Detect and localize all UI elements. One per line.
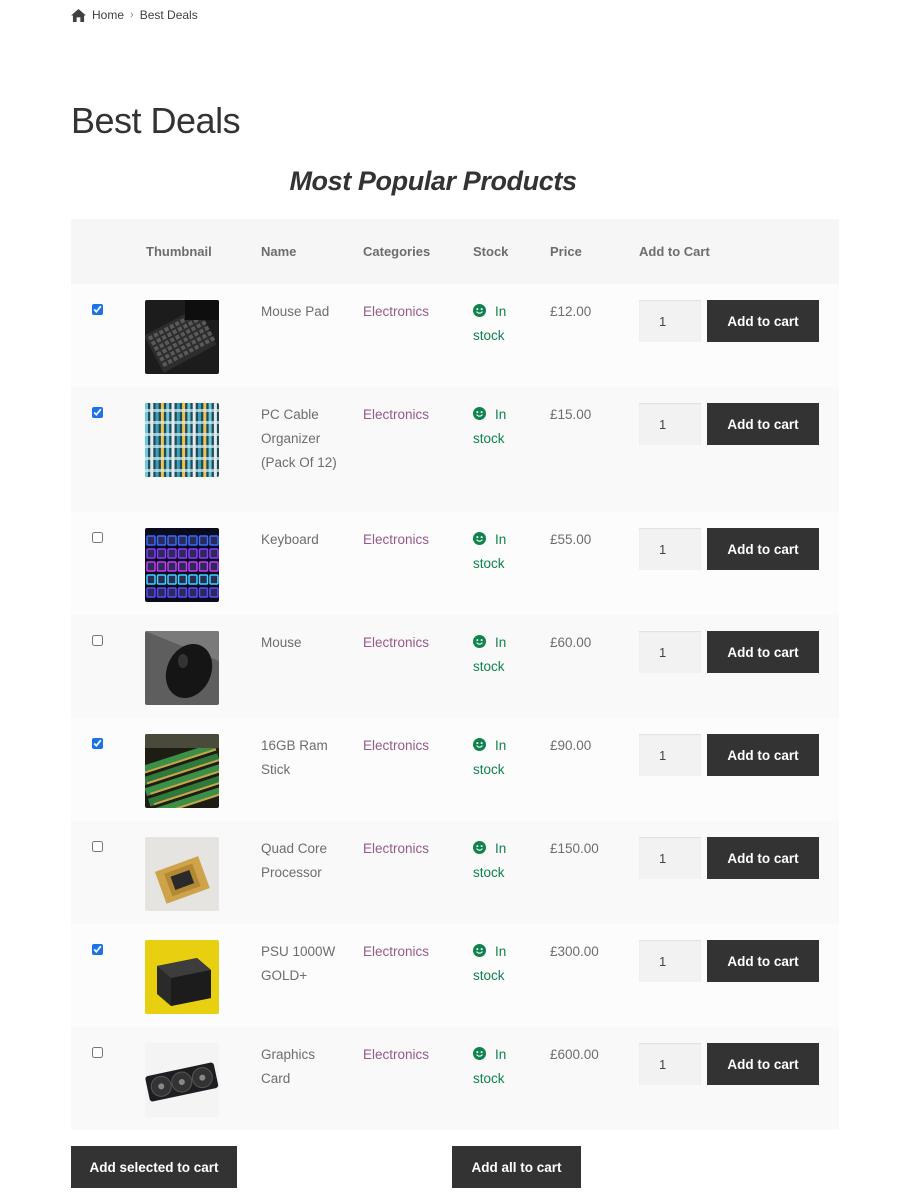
product-price: £150.00 [550, 841, 599, 856]
table-row: PSU 1000W GOLD+ Electronics In stock £300.0… [71, 924, 839, 1027]
header-thumbnail: Thumbnail [146, 244, 212, 259]
product-category-link[interactable]: Electronics [363, 403, 429, 427]
quantity-input[interactable] [639, 528, 701, 570]
product-category-link[interactable]: Electronics [363, 631, 429, 655]
stock-status: In stock [473, 300, 533, 348]
row-select-checkbox[interactable] [92, 407, 103, 418]
quantity-input[interactable] [639, 940, 701, 982]
quantity-input[interactable] [639, 631, 701, 673]
row-select-checkbox[interactable] [92, 738, 103, 749]
product-name: 16GB Ram Stick [261, 738, 328, 777]
breadcrumb-current: Best Deals [139, 8, 198, 22]
smile-icon [473, 944, 486, 957]
smile-icon [473, 407, 486, 420]
add-to-cart-button[interactable]: Add to cart [707, 403, 819, 445]
product-category-link[interactable]: Electronics [363, 1043, 429, 1067]
table-row: 16GB Ram Stick Electronics In stock £90.00 A… [71, 718, 839, 821]
smile-icon [473, 841, 486, 854]
product-price: £15.00 [550, 407, 592, 422]
product-price: £90.00 [550, 738, 592, 753]
product-name: PC Cable Organizer (Pack Of 12) [261, 407, 337, 470]
table-row: Quad Core Processor Electronics In stock £1… [71, 821, 839, 924]
add-to-cart-button[interactable]: Add to cart [707, 528, 819, 570]
product-category-link[interactable]: Electronics [363, 528, 429, 552]
stock-status: In stock [473, 1043, 533, 1091]
product-name: PSU 1000W GOLD+ [261, 944, 336, 983]
add-all-to-cart-button[interactable]: Add all to cart [452, 1146, 581, 1188]
table-row: Keyboard Electronics In stock £55.00 Add to … [71, 512, 839, 615]
product-thumbnail[interactable] [145, 940, 219, 1014]
product-price: £60.00 [550, 635, 592, 650]
row-select-checkbox[interactable] [92, 944, 103, 955]
add-to-cart-button[interactable]: Add to cart [707, 837, 819, 879]
section-title: Most Popular Products [289, 166, 577, 196]
page-title: Best Deals [71, 100, 241, 141]
product-thumbnail[interactable] [145, 631, 219, 705]
product-name: Mouse Pad [261, 304, 330, 319]
quantity-input[interactable] [639, 837, 701, 879]
breadcrumb-home-link[interactable]: Home [92, 8, 124, 22]
table-header: Thumbnail Name Categories Stock Price Ad… [71, 219, 839, 284]
product-price: £600.00 [550, 1047, 599, 1062]
product-thumbnail[interactable] [145, 528, 219, 602]
smile-icon [473, 635, 486, 648]
breadcrumb-separator: › [130, 9, 134, 21]
product-name: Graphics Card [261, 1047, 316, 1086]
add-to-cart-button[interactable]: Add to cart [707, 631, 819, 673]
table-row: Graphics Card Electronics In stock £600.00 A… [71, 1027, 839, 1130]
row-select-checkbox[interactable] [92, 532, 103, 543]
product-price: £55.00 [550, 532, 592, 547]
product-thumbnail[interactable] [145, 837, 219, 911]
table-row: Mouse Electronics In stock £60.00 Add to car… [71, 615, 839, 718]
row-select-checkbox[interactable] [92, 1047, 103, 1058]
product-name: Quad Core Processor [261, 841, 328, 880]
product-name: Mouse [261, 635, 302, 650]
product-thumbnail[interactable] [145, 403, 219, 477]
product-price: £12.00 [550, 304, 592, 319]
stock-status: In stock [473, 403, 533, 451]
add-to-cart-button[interactable]: Add to cart [707, 940, 819, 982]
product-price: £300.00 [550, 944, 599, 959]
add-selected-to-cart-button[interactable]: Add selected to cart [71, 1146, 237, 1188]
product-thumbnail[interactable] [145, 300, 219, 374]
table-row: Mouse Pad Electronics In stock £12.00 Add to… [71, 284, 839, 387]
smile-icon [473, 304, 486, 317]
header-add-to-cart: Add to Cart [639, 244, 710, 259]
product-name: Keyboard [261, 532, 319, 547]
add-to-cart-button[interactable]: Add to cart [707, 734, 819, 776]
row-select-checkbox[interactable] [92, 635, 103, 646]
header-stock: Stock [473, 244, 509, 259]
smile-icon [473, 738, 486, 751]
product-category-link[interactable]: Electronics [363, 940, 429, 964]
stock-status: In stock [473, 940, 533, 988]
header-name: Name [261, 244, 297, 259]
product-category-link[interactable]: Electronics [363, 300, 429, 324]
quantity-input[interactable] [639, 300, 701, 342]
add-to-cart-button[interactable]: Add to cart [707, 1043, 819, 1085]
row-select-checkbox[interactable] [92, 841, 103, 852]
smile-icon [473, 1047, 486, 1060]
quantity-input[interactable] [639, 1043, 701, 1085]
product-thumbnail[interactable] [145, 734, 219, 808]
home-icon[interactable] [71, 8, 86, 22]
stock-status: In stock [473, 837, 533, 885]
add-to-cart-button[interactable]: Add to cart [707, 300, 819, 342]
product-category-link[interactable]: Electronics [363, 734, 429, 758]
product-category-link[interactable]: Electronics [363, 837, 429, 861]
table-body: Mouse Pad Electronics In stock £12.00 Add to… [71, 284, 839, 1130]
quantity-input[interactable] [639, 734, 701, 776]
smile-icon [473, 532, 486, 545]
table-row: PC Cable Organizer (Pack Of 12) Electroni… [71, 387, 839, 512]
product-thumbnail[interactable] [145, 1043, 219, 1117]
stock-status: In stock [473, 631, 533, 679]
stock-status: In stock [473, 528, 533, 576]
header-categories: Categories [363, 244, 431, 259]
product-table: Thumbnail Name Categories Stock Price Ad… [71, 219, 839, 1130]
breadcrumb: Home › Best Deals [71, 6, 198, 24]
quantity-input[interactable] [639, 403, 701, 445]
stock-status: In stock [473, 734, 533, 782]
row-select-checkbox[interactable] [92, 304, 103, 315]
header-price: Price [550, 244, 582, 259]
